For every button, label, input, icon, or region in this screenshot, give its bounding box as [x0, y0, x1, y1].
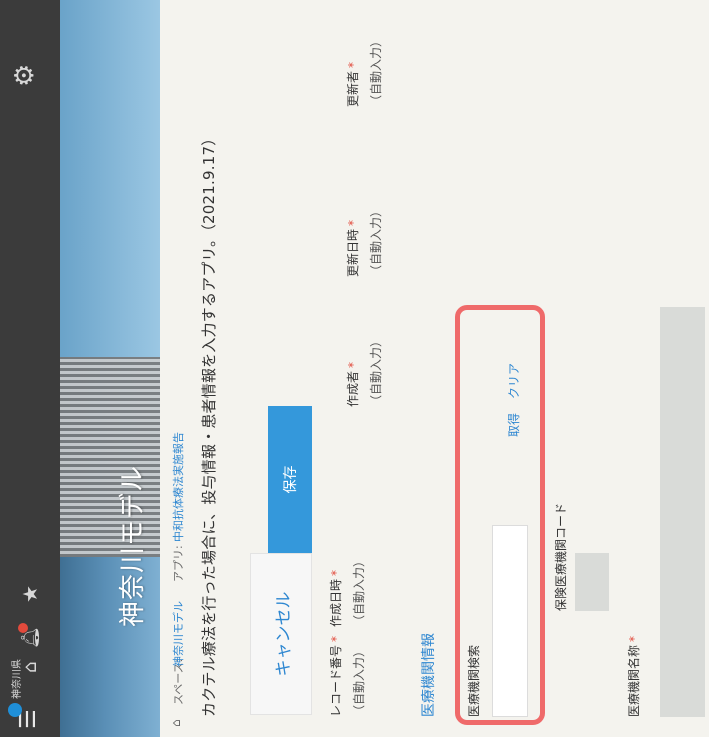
notification-badge — [18, 623, 28, 633]
updater-field: 更新者 * （自動入力） — [344, 35, 384, 107]
save-button[interactable]: 保存 — [268, 406, 312, 553]
creator-field: 作成者 * （自動入力） — [344, 335, 384, 407]
created-at-value: （自動入力） — [352, 554, 366, 627]
breadcrumb: ⌂ スペース: 神奈川モデル アプリ: 中和抗体療法実施報告 — [165, 27, 191, 727]
home-icon[interactable]: ⌂ — [20, 662, 41, 673]
breadcrumb-home-icon[interactable]: ⌂ — [169, 719, 183, 727]
record-number-label: レコード番号 — [329, 644, 343, 717]
app-description: カクテル療法を行った場合に、投与情報・患者情報を入力するアプリ。（2021.9.… — [200, 130, 218, 717]
record-number-value: （自動入力） — [352, 644, 366, 717]
banner-photo-sky — [60, 0, 160, 357]
logo-mark-icon — [8, 703, 22, 717]
creator-value: （自動入力） — [369, 334, 383, 407]
institution-name-label: 医療機関名称 — [627, 644, 641, 717]
required-mark: * — [346, 361, 360, 368]
insurance-code-field — [575, 553, 609, 611]
app-window: ☰ 神奈川県 ⌂ 🔔︎ ★ ⚙ 神奈川モデル ⌂ スペース: 神奈川モデル アプ… — [0, 0, 709, 737]
updated-at-field: 更新日時 * （自動入力） — [344, 205, 384, 277]
updater-label: 更新者 — [346, 70, 360, 107]
cancel-button[interactable]: キャンセル — [250, 553, 312, 715]
lookup-fetch-link[interactable]: 取得 — [505, 413, 522, 437]
lookup-label: 医療機関検索 — [467, 644, 481, 717]
breadcrumb-app-label: アプリ: — [172, 545, 185, 582]
required-mark: * — [627, 635, 641, 642]
app-banner: 神奈川モデル — [60, 0, 160, 737]
created-at-field: 作成日時 * （自動入力） — [327, 555, 367, 627]
creator-label: 作成者 — [346, 370, 360, 407]
space-title: 神奈川モデル — [118, 464, 148, 627]
required-mark: * — [346, 61, 360, 68]
required-mark: * — [329, 635, 343, 642]
updater-value: （自動入力） — [369, 34, 383, 107]
updated-at-value: （自動入力） — [369, 204, 383, 277]
breadcrumb-space-link[interactable]: 神奈川モデル — [170, 601, 186, 667]
star-icon[interactable]: ★ — [18, 585, 42, 603]
updated-at-label: 更新日時 — [346, 228, 360, 277]
breadcrumb-app-link[interactable]: 中和抗体療法実施報告 — [170, 432, 186, 542]
insurance-code-label: 保険医療機関コード — [554, 502, 568, 611]
screenshot-stage: ☰ 神奈川県 ⌂ 🔔︎ ★ ⚙ 神奈川モデル ⌂ スペース: 神奈川モデル アプ… — [0, 0, 709, 737]
top-bar: ☰ 神奈川県 ⌂ 🔔︎ ★ ⚙ — [0, 0, 60, 737]
record-number-field: レコード番号 * （自動入力） — [327, 636, 367, 717]
institution-name-field — [660, 307, 705, 717]
section-title: 医療機関情報 — [421, 633, 437, 717]
lookup-clear-link[interactable]: クリア — [505, 363, 522, 399]
gear-icon[interactable]: ⚙ — [10, 64, 40, 87]
institution-name-label-wrap: 医療機関名称 * — [625, 636, 642, 717]
institution-lookup-input[interactable] — [492, 525, 528, 717]
created-at-label: 作成日時 — [329, 578, 343, 627]
required-mark: * — [346, 219, 360, 226]
required-mark: * — [329, 569, 343, 576]
